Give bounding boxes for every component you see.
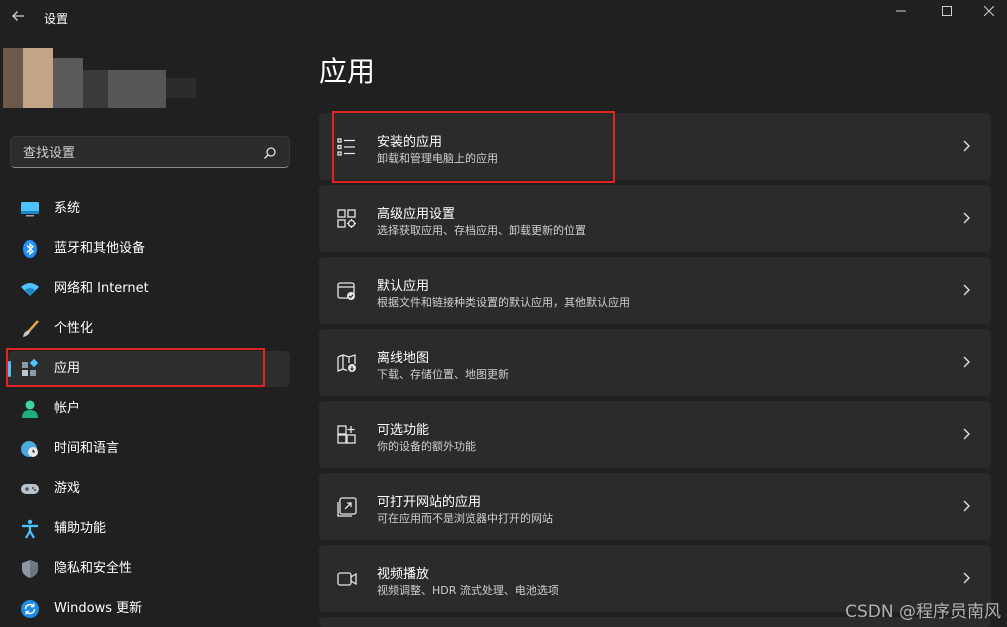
card-title: 高级应用设置	[377, 207, 456, 222]
search-box[interactable]	[10, 136, 290, 169]
gamepad-icon	[20, 479, 40, 499]
advanced-apps-icon	[336, 208, 358, 230]
card-subtitle: 可在应用而不是浏览器中打开的网站	[377, 512, 553, 525]
sidebar-item-label: 游戏	[54, 481, 81, 496]
shield-icon	[20, 559, 40, 579]
chevron-right-icon	[961, 281, 973, 299]
person-icon	[20, 399, 40, 419]
globe-clock-icon	[20, 439, 40, 459]
minimize-icon[interactable]	[878, 0, 924, 24]
chevron-right-icon	[961, 137, 973, 155]
annotation-highlight-card	[332, 111, 615, 183]
sidebar-item-accessibility[interactable]: 辅助功能	[8, 511, 290, 547]
wifi-icon	[20, 279, 40, 299]
card-apps-for-websites[interactable]: 可打开网站的应用 可在应用而不是浏览器中打开的网站	[319, 473, 991, 540]
sidebar-item-personalization[interactable]: 个性化	[8, 311, 290, 347]
card-title: 可打开网站的应用	[377, 495, 482, 510]
search-icon[interactable]	[263, 145, 277, 159]
paintbrush-icon	[20, 319, 40, 339]
back-arrow-icon[interactable]	[9, 9, 27, 27]
search-input[interactable]	[21, 137, 255, 169]
sidebar-item-time-language[interactable]: 时间和语言	[8, 431, 290, 467]
page-title: 应用	[319, 55, 376, 88]
card-title: 视频播放	[377, 567, 430, 582]
sidebar-item-label: 帐户	[54, 401, 81, 416]
sidebar-item-label: 网络和 Internet	[54, 281, 149, 296]
chevron-right-icon	[961, 425, 973, 443]
card-title: 离线地图	[377, 351, 430, 366]
sidebar-item-label: 个性化	[54, 321, 94, 336]
app-title: 设置	[44, 12, 69, 26]
watermark-text: CSDN @程序员南风	[845, 602, 1001, 622]
sidebar-item-label: Windows 更新	[54, 601, 143, 616]
close-icon[interactable]	[966, 0, 1007, 24]
sidebar-item-label: 辅助功能	[54, 521, 107, 536]
optional-features-icon	[336, 424, 358, 446]
web-apps-icon	[336, 496, 358, 518]
sidebar-item-privacy[interactable]: 隐私和安全性	[8, 551, 290, 587]
card-advanced-app-settings[interactable]: 高级应用设置 选择获取应用、存档应用、卸载更新的位置	[319, 185, 991, 252]
sidebar-item-label: 系统	[54, 201, 81, 216]
card-title: 默认应用	[377, 279, 430, 294]
annotation-highlight-sidebar	[6, 348, 265, 387]
card-offline-maps[interactable]: 离线地图 下载、存储位置、地图更新	[319, 329, 991, 396]
sidebar-item-windows-update[interactable]: Windows 更新	[8, 591, 290, 627]
user-avatar[interactable]	[3, 48, 228, 108]
card-optional-features[interactable]: 可选功能 你的设备的额外功能	[319, 401, 991, 468]
accessibility-icon	[20, 519, 40, 539]
maximize-icon[interactable]	[924, 0, 970, 24]
default-apps-icon	[336, 280, 358, 302]
video-icon	[336, 568, 358, 590]
card-default-apps[interactable]: 默认应用 根据文件和链接种类设置的默认应用，其他默认应用	[319, 257, 991, 324]
card-subtitle: 视频调整、HDR 流式处理、电池选项	[377, 584, 559, 597]
chevron-right-icon	[961, 569, 973, 587]
card-subtitle: 选择获取应用、存档应用、卸载更新的位置	[377, 224, 586, 237]
sidebar-item-bluetooth[interactable]: 蓝牙和其他设备	[8, 231, 290, 267]
chevron-right-icon	[961, 353, 973, 371]
update-icon	[20, 599, 40, 619]
chevron-right-icon	[961, 497, 973, 515]
sidebar-item-accounts[interactable]: 帐户	[8, 391, 290, 427]
sidebar-item-system[interactable]: 系统	[8, 191, 290, 227]
offline-map-icon	[336, 352, 358, 374]
title-bar: 设置	[0, 0, 1007, 40]
card-subtitle: 你的设备的额外功能	[377, 440, 476, 453]
card-subtitle: 根据文件和链接种类设置的默认应用，其他默认应用	[377, 296, 630, 309]
sidebar-item-gaming[interactable]: 游戏	[8, 471, 290, 507]
bluetooth-icon	[20, 239, 40, 259]
sidebar-item-network[interactable]: 网络和 Internet	[8, 271, 290, 307]
sidebar-item-label: 时间和语言	[54, 441, 120, 456]
card-subtitle: 下载、存储位置、地图更新	[377, 368, 509, 381]
sidebar-item-label: 隐私和安全性	[54, 561, 133, 576]
chevron-right-icon	[961, 209, 973, 227]
card-title: 可选功能	[377, 423, 430, 438]
monitor-icon	[20, 199, 40, 219]
sidebar-item-label: 蓝牙和其他设备	[54, 241, 146, 256]
